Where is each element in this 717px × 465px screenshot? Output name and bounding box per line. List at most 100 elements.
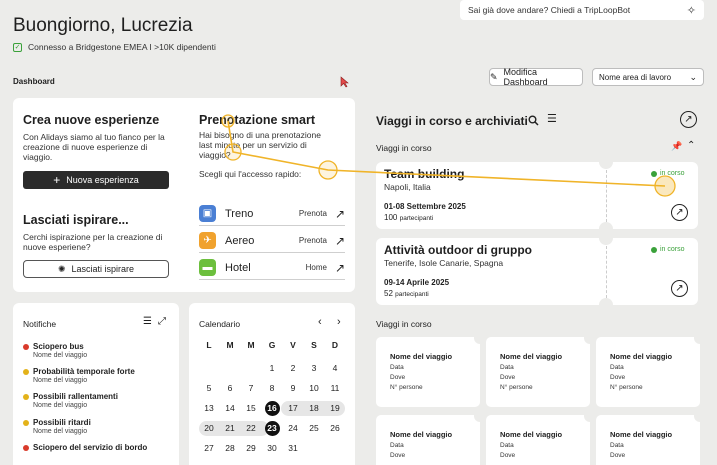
booking-title: Prenotazione smart — [199, 113, 316, 127]
lightbulb-icon: ✺ — [57, 263, 66, 274]
chevron-up-icon[interactable]: ⌃ — [687, 140, 695, 151]
calendar-day[interactable]: 10 — [305, 381, 323, 396]
calendar-day[interactable]: 6 — [221, 381, 239, 396]
calendar-day[interactable]: 25 — [305, 421, 323, 436]
calendar-day[interactable]: 30 — [263, 441, 281, 456]
calendar-day[interactable]: 7 — [242, 381, 260, 396]
search-icon[interactable] — [528, 113, 539, 131]
calendar-day[interactable]: 28 — [221, 441, 239, 456]
sparkle-icon[interactable]: ✧ — [687, 4, 696, 17]
calendar-day[interactable]: 3 — [305, 361, 323, 376]
weekday-label: G — [268, 340, 276, 350]
workspace-select[interactable]: Nome area di lavoro ⌄ — [592, 68, 704, 86]
calendar-day[interactable]: 31 — [284, 441, 302, 456]
calendar-day[interactable]: 11 — [326, 381, 344, 396]
connection-text: Connesso a Bridgestone EMEA I >10K dipen… — [28, 42, 216, 52]
calendar-day[interactable]: 20 — [200, 421, 218, 436]
calendar-day[interactable]: 2 — [284, 361, 302, 376]
calendar-day[interactable]: 22 — [242, 421, 260, 436]
arrow-up-right-icon[interactable]: ↗ — [671, 204, 688, 221]
calendar-day[interactable]: 4 — [326, 361, 344, 376]
inspire-text: Cerchi ispirazione per la creazione di n… — [23, 232, 163, 252]
create-title: Crea nuove esperienze — [23, 113, 160, 127]
trip-name: Attività outdoor di gruppo — [384, 243, 532, 257]
trip-mini-card[interactable]: Nome del viaggio Data Dove — [486, 410, 596, 465]
page-title: Buongiorno, Lucrezia — [13, 15, 193, 36]
status-dot — [23, 344, 29, 350]
calendar-day[interactable]: 16 — [264, 401, 280, 416]
trip-mini-card[interactable]: Nome del viaggio Data Dove — [596, 410, 706, 465]
plus-icon: + — [53, 173, 61, 187]
chevron-right-icon[interactable]: › — [337, 316, 341, 328]
calendar-day[interactable]: 15 — [242, 401, 260, 416]
calendar-day[interactable]: 8 — [263, 381, 281, 396]
ai-search-bar[interactable]: Sai già dove andare? Chiedi a TripLoopBo… — [460, 0, 704, 20]
trip-dates: 01-08 Settembre 2025 — [384, 202, 466, 211]
bed-icon: ▬ — [199, 259, 216, 276]
pencil-icon: ✎ — [490, 71, 498, 82]
calendar-day[interactable]: 1 — [263, 361, 281, 376]
weekday-label: V — [290, 340, 296, 350]
chevron-down-icon: ⌄ — [689, 71, 697, 82]
calendar-day[interactable]: 27 — [200, 441, 218, 456]
create-text: Con Alidays siamo al tuo fianco per la c… — [23, 132, 165, 162]
trips-section-label: Viaggi in corso — [376, 143, 432, 153]
trip-mini-card[interactable]: Nome del viaggio Data Dove — [376, 410, 486, 465]
calendar-day[interactable]: 21 — [221, 421, 239, 436]
status-dot — [23, 394, 29, 400]
calendar-day[interactable]: 5 — [200, 381, 218, 396]
calendar-day[interactable]: 29 — [242, 441, 260, 456]
calendar-day[interactable]: 13 — [200, 401, 218, 416]
weekday-label: M — [247, 340, 255, 350]
arrow-up-right-icon[interactable]: ↗ — [680, 111, 697, 128]
weekday-label: M — [226, 340, 234, 350]
trip-card[interactable]: Attività outdoor di gruppo Tenerife, Iso… — [376, 231, 698, 312]
trips-title: Viaggi in corso e archiviati — [376, 114, 528, 128]
trip-dates: 09-14 Aprile 2025 — [384, 278, 450, 287]
calendar-day[interactable]: 9 — [284, 381, 302, 396]
chevron-left-icon[interactable]: ‹ — [318, 316, 322, 328]
calendar-day[interactable]: 24 — [284, 421, 302, 436]
checkbox-icon: ✓ — [13, 42, 22, 52]
calendar-title: Calendario — [199, 319, 241, 329]
trip-count: 52 partecipanti — [384, 289, 429, 298]
status-dot — [651, 170, 657, 177]
trip-mini-card[interactable]: Nome del viaggio Data Dove N° persone — [596, 332, 706, 407]
filter-icon[interactable]: ☰ — [143, 316, 152, 327]
calendar-day[interactable]: 14 — [221, 401, 239, 416]
trip-count: 100 partecipanti — [384, 213, 434, 222]
weekday-label: L — [206, 340, 212, 350]
service-row-flight[interactable]: ✈ Aereo Prenota ↗ — [199, 229, 345, 253]
expand-icon[interactable]: ⤢ — [158, 316, 166, 327]
arrow-up-right-icon[interactable]: ↗ — [671, 280, 688, 297]
arrow-up-right-icon[interactable]: ↗ — [335, 207, 345, 221]
connection-status: ✓ Connesso a Bridgestone EMEA I >10K dip… — [13, 42, 216, 52]
calendar-day[interactable]: 17 — [284, 401, 302, 416]
train-icon: ▣ — [199, 205, 216, 222]
ai-search-input[interactable]: Sai già dove andare? Chiedi a TripLoopBo… — [468, 5, 687, 15]
pin-icon[interactable]: 📌 — [671, 141, 682, 152]
calendar-day[interactable]: 23 — [264, 421, 280, 436]
booking-text: Hai bisogno di una prenotazione last min… — [199, 130, 321, 160]
inspire-button[interactable]: ✺ Lasciati ispirare — [23, 260, 169, 278]
arrow-up-right-icon[interactable]: ↗ — [335, 234, 345, 248]
booking-quick-label: Scegli qui l'accesso rapido: — [199, 169, 302, 179]
trip-card[interactable]: Team building Napoli, Italia 01-08 Sette… — [376, 155, 698, 236]
inspire-title: Lasciati ispirare... — [23, 213, 129, 227]
service-row-train[interactable]: ▣ Treno Prenota ↗ — [199, 202, 345, 226]
status-dot — [23, 369, 29, 375]
trip-mini-card[interactable]: Nome del viaggio Data Dove N° persone — [376, 332, 486, 407]
arrow-up-right-icon[interactable]: ↗ — [335, 261, 345, 275]
plane-icon: ✈ — [199, 232, 216, 249]
trip-mini-card[interactable]: Nome del viaggio Data Dove N° persone — [486, 332, 596, 407]
new-experience-button[interactable]: + Nuova esperienza — [23, 171, 169, 189]
calendar-day[interactable]: 19 — [326, 401, 344, 416]
trip-name: Team building — [384, 167, 465, 181]
calendar-day[interactable]: 18 — [305, 401, 323, 416]
calendar-day[interactable]: 26 — [326, 421, 344, 436]
service-row-hotel[interactable]: ▬ Hotel Home ↗ — [199, 256, 345, 280]
trip-place: Tenerife, Isole Canarie, Spagna — [384, 258, 504, 268]
filter-icon[interactable]: ☰ — [547, 112, 557, 125]
edit-dashboard-button[interactable]: ✎ Modifica Dashboard — [489, 67, 583, 87]
status-dot — [23, 420, 29, 426]
